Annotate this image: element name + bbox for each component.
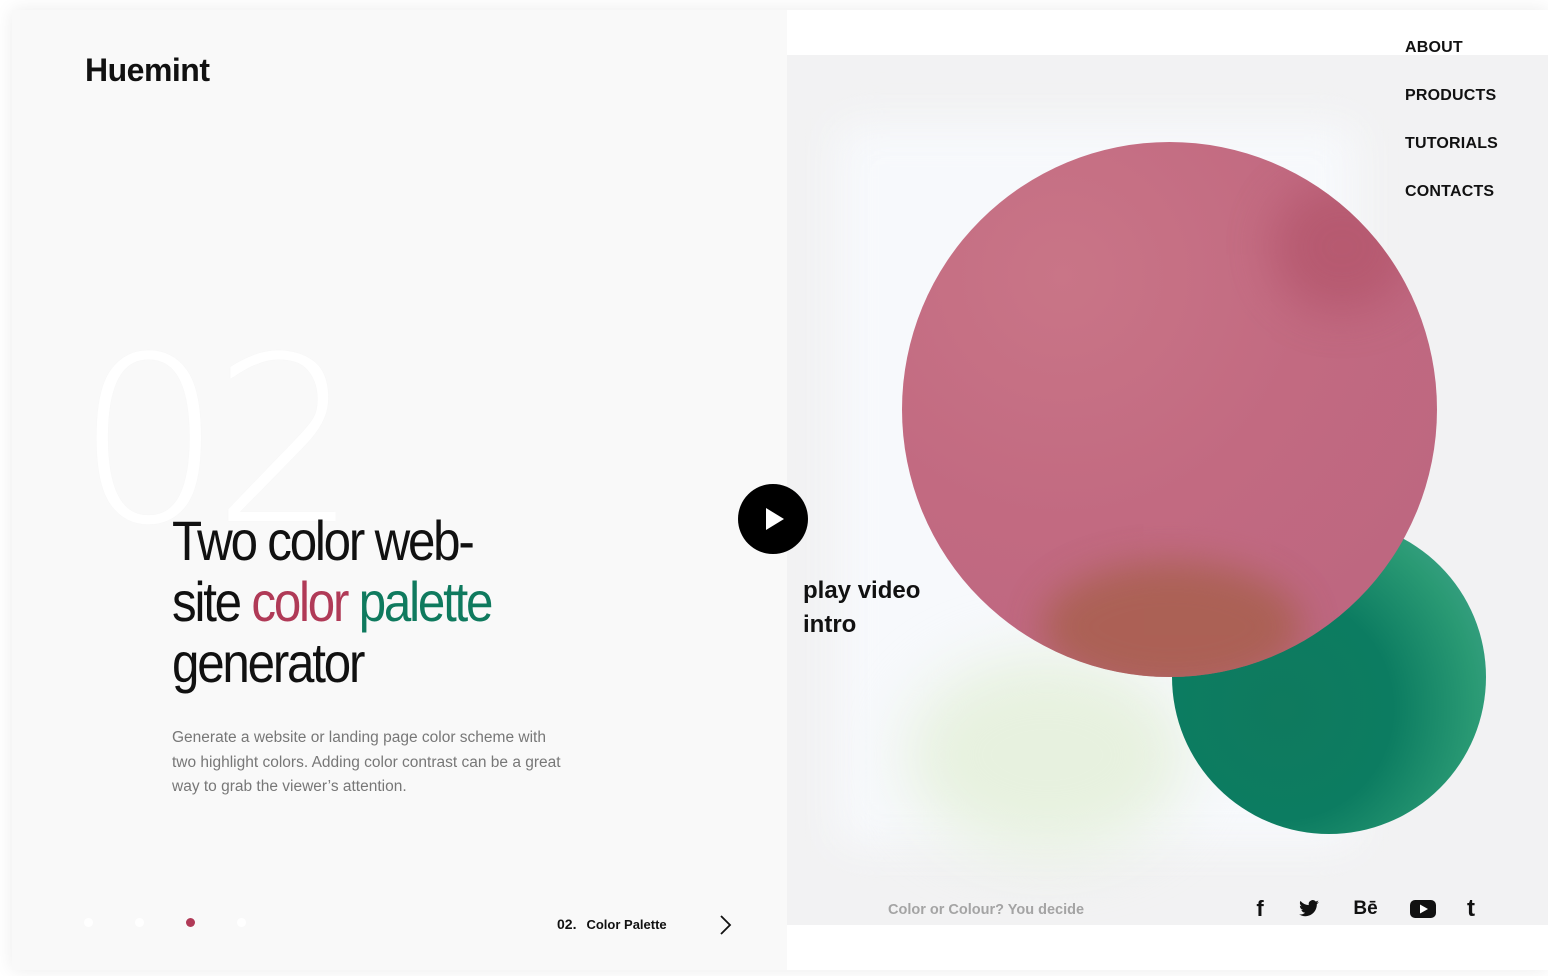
slider-dot[interactable]	[135, 918, 144, 927]
behance-icon[interactable]: Bē	[1337, 897, 1394, 921]
main-nav: ABOUT PRODUCTS TUTORIALS CONTACTS	[1405, 38, 1498, 230]
tumblr-icon[interactable]: t	[1451, 895, 1491, 922]
headline-highlight-green: palette	[358, 570, 494, 633]
social-links: f Bē t	[1240, 895, 1491, 922]
youtube-icon[interactable]	[1394, 897, 1451, 921]
nav-item-contacts[interactable]: CONTACTS	[1405, 182, 1498, 230]
nav-item-about[interactable]: ABOUT	[1405, 38, 1498, 86]
red-circle	[902, 142, 1437, 677]
background-green-haze	[907, 655, 1187, 855]
footer-tagline: Color or Colour? You decide	[888, 902, 1085, 918]
headline-line3: generator	[172, 631, 365, 694]
slide-indicator: 02. Color Palette	[557, 916, 667, 932]
headline-line1: Two color web-	[172, 509, 475, 572]
left-panel: Huemint 02 Two color web- site color pal…	[12, 10, 787, 970]
slide-indicator-label: Color Palette	[586, 917, 667, 932]
red-circle-highlight	[1272, 182, 1412, 312]
facebook-icon[interactable]: f	[1240, 896, 1280, 921]
headline-line2-prefix: site	[172, 570, 252, 633]
next-slide-button[interactable]	[716, 913, 736, 937]
play-video-label[interactable]: play video intro	[803, 574, 920, 642]
slider-dot-active[interactable]	[186, 918, 195, 927]
chevron-right-icon	[720, 915, 732, 935]
nav-item-tutorials[interactable]: TUTORIALS	[1405, 134, 1498, 182]
logo[interactable]: Huemint	[85, 52, 210, 89]
slide-indicator-number: 02.	[557, 916, 577, 932]
slider-dot[interactable]	[84, 918, 93, 927]
play-video-label-line1: play video	[803, 577, 921, 604]
slider-dot[interactable]	[237, 918, 246, 927]
play-video-label-line2: intro	[803, 611, 857, 638]
hero-description: Generate a website or landing page color…	[172, 729, 561, 795]
headline-space	[347, 570, 358, 633]
headline-highlight-red: color	[251, 570, 349, 633]
slider-dots	[84, 918, 246, 927]
play-video-button[interactable]	[738, 484, 808, 554]
twitter-icon[interactable]	[1280, 897, 1337, 921]
red-circle-shadow	[1042, 562, 1302, 677]
nav-item-products[interactable]: PRODUCTS	[1405, 86, 1498, 134]
play-icon	[766, 508, 784, 530]
page-title: Two color web- site color palette genera…	[172, 510, 594, 693]
